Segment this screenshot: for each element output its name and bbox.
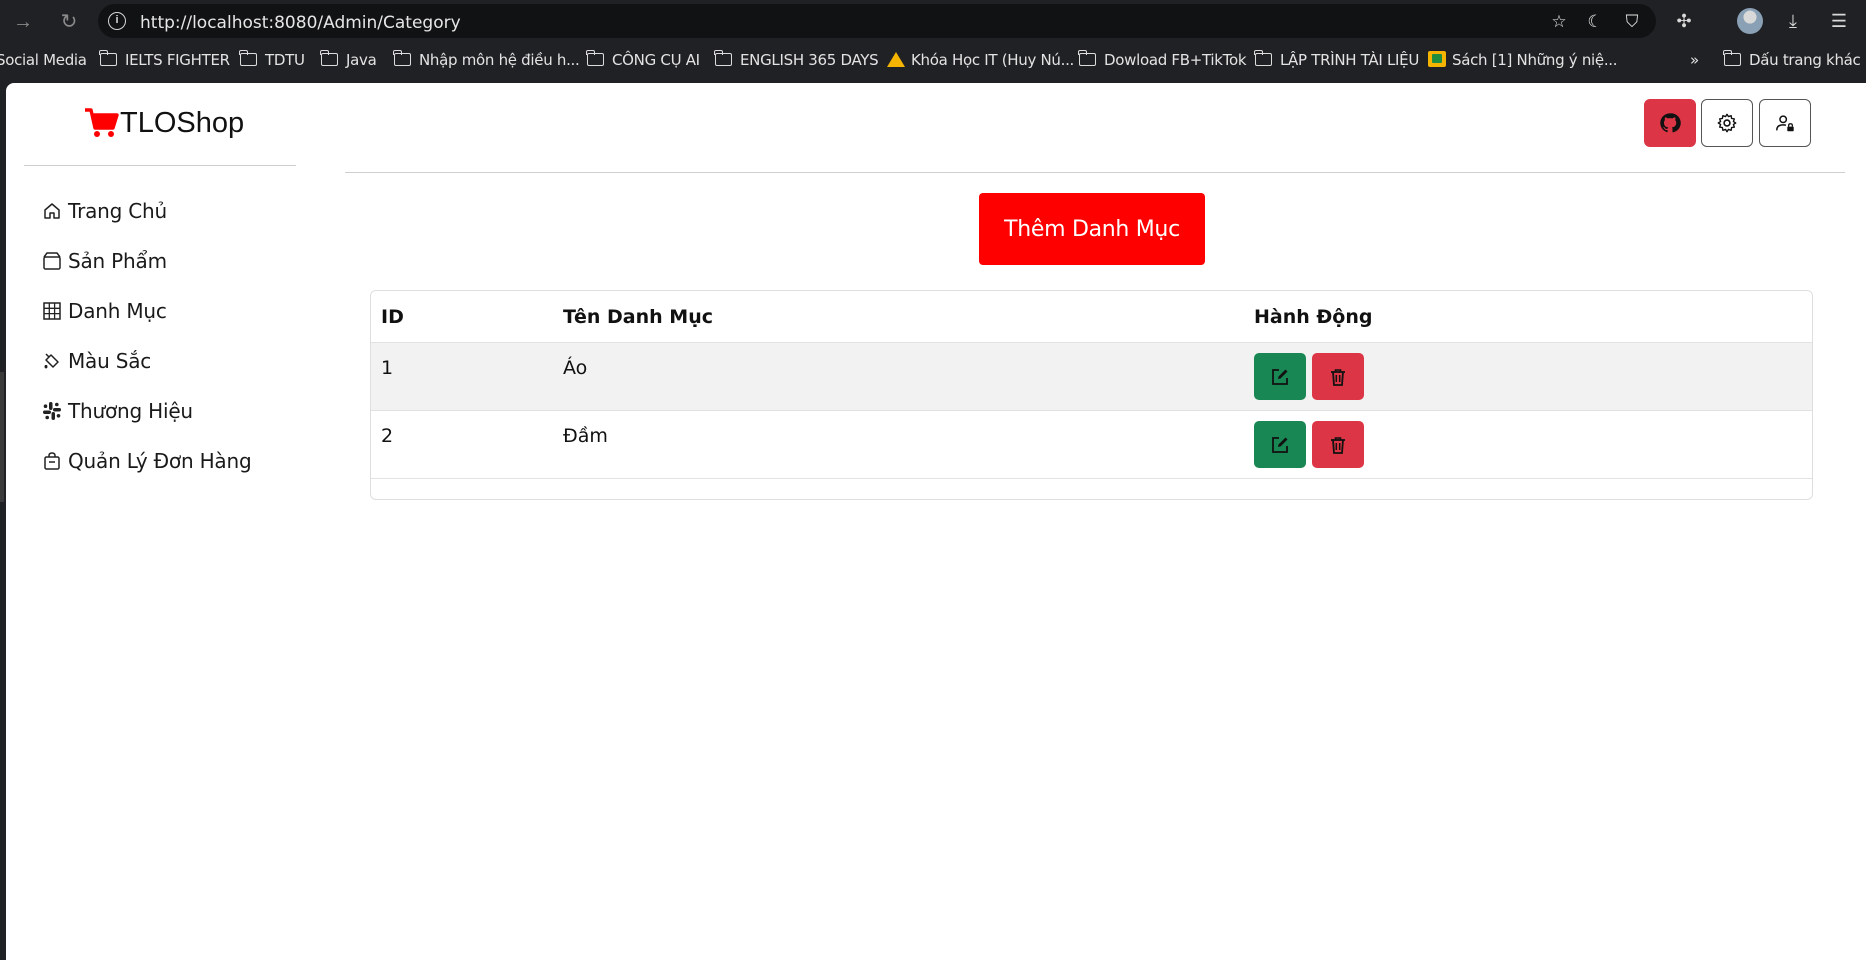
extensions-icon[interactable]: ✣: [1671, 9, 1697, 33]
other-bookmarks[interactable]: Dấu trang khác: [1723, 50, 1861, 71]
box-icon: [43, 252, 61, 270]
forward-icon[interactable]: →: [10, 9, 36, 35]
reload-icon[interactable]: ↻: [56, 9, 82, 35]
sidebar-item-label: Quản Lý Đơn Hàng: [68, 449, 252, 473]
download-icon[interactable]: ⤓: [1780, 9, 1806, 33]
table-row: 2 Đầm: [371, 411, 1812, 479]
url-text[interactable]: http://localhost:8080/Admin/Category: [140, 13, 461, 33]
house-icon: [44, 203, 60, 219]
browser-toolbar: → ↻ i http://localhost:8080/Admin/Catego…: [0, 0, 1866, 42]
folder-icon: [714, 50, 732, 66]
user-lock-icon: [1776, 115, 1794, 132]
bookmark-item[interactable]: Social Media: [0, 51, 87, 71]
gear-icon: [1717, 113, 1737, 133]
bookmark-item[interactable]: Java: [320, 50, 377, 71]
bookmark-item[interactable]: IELTS FIGHTER: [99, 50, 230, 71]
brand-logo[interactable]: TLOShop: [84, 103, 244, 143]
folder-icon: [1078, 50, 1096, 66]
settings-button[interactable]: [1701, 99, 1753, 147]
github-icon: [1660, 113, 1681, 133]
header-divider: [345, 172, 1845, 173]
github-button[interactable]: [1644, 99, 1696, 147]
delete-button[interactable]: [1312, 421, 1364, 468]
folder-icon: [1254, 50, 1272, 66]
profile-avatar[interactable]: [1737, 8, 1763, 34]
sidebar-item-label: Thương Hiệu: [68, 399, 193, 423]
folder-icon: [393, 50, 411, 66]
category-table: ID Tên Danh Mục Hành Động 1 Áo 2 Đầm: [370, 290, 1813, 500]
sidebar-item-categories[interactable]: Danh Mục: [42, 296, 167, 326]
bag-icon: [44, 452, 60, 470]
cart-icon: [85, 108, 119, 137]
cell-id: 1: [381, 357, 394, 379]
cell-name: Đầm: [563, 425, 608, 447]
trash-icon: [1331, 436, 1345, 454]
table-header-row: ID Tên Danh Mục Hành Động: [371, 291, 1812, 343]
table-row: 1 Áo: [371, 343, 1812, 411]
slack-icon: [43, 402, 61, 420]
sidebar-item-label: Trang Chủ: [68, 199, 168, 223]
delete-button[interactable]: [1312, 353, 1364, 400]
shield-icon[interactable]: ⛉: [1621, 11, 1643, 33]
column-header-actions: Hành Động: [1254, 306, 1373, 328]
drive-icon: [887, 52, 905, 67]
bookmarks-bar: Social Media IELTS FIGHTER TDTU Java Nhậ…: [0, 42, 1866, 78]
column-header-name: Tên Danh Mục: [563, 306, 713, 328]
bookmark-item[interactable]: Khóa Học IT (Huy Nú...: [887, 51, 1074, 71]
grid-icon: [43, 302, 61, 320]
folder-icon: [99, 50, 117, 66]
paint-bucket-icon: [44, 353, 59, 369]
cell-id: 2: [381, 425, 394, 447]
edit-icon: [1272, 368, 1288, 385]
column-header-id: ID: [381, 306, 404, 328]
bookmark-item[interactable]: Dowload FB+TikTok: [1078, 50, 1247, 71]
bookmark-item[interactable]: Sách [1] Những ý niệ...: [1428, 51, 1618, 71]
bookmarks-overflow-icon[interactable]: »: [1690, 51, 1699, 71]
bookmark-item[interactable]: Nhập môn hệ điều h...: [393, 50, 580, 71]
sidebar-item-brands[interactable]: Thương Hiệu: [42, 396, 193, 426]
page-viewport: TLOShop Trang Chủ Sản Phẩm Danh Mục Màu …: [6, 83, 1866, 960]
sidebar-item-label: Sản Phẩm: [68, 249, 167, 273]
folder-icon: [586, 50, 604, 66]
sidebar-item-label: Màu Sắc: [68, 349, 152, 373]
trash-icon: [1331, 368, 1345, 386]
side-panel-edge: [0, 372, 4, 502]
sidebar-item-label: Danh Mục: [68, 299, 167, 323]
dark-mode-icon[interactable]: ☾: [1584, 11, 1606, 33]
site-info-icon[interactable]: i: [108, 12, 126, 30]
sidebar-item-products[interactable]: Sản Phẩm: [42, 246, 167, 276]
brand-name: TLOShop: [120, 106, 245, 139]
edit-button[interactable]: [1254, 353, 1306, 400]
menu-icon[interactable]: ☰: [1826, 9, 1852, 33]
bookmark-star-icon[interactable]: ☆: [1548, 11, 1570, 33]
sidebar-item-colors[interactable]: Màu Sắc: [42, 346, 151, 376]
sidebar-item-orders[interactable]: Quản Lý Đơn Hàng: [42, 446, 252, 476]
add-category-button[interactable]: Thêm Danh Mục: [979, 193, 1205, 265]
cell-name: Áo: [563, 357, 588, 379]
sidebar-divider: [24, 165, 296, 166]
account-button[interactable]: [1759, 99, 1811, 147]
folder-icon: [320, 50, 338, 66]
edit-icon: [1272, 436, 1288, 453]
classroom-icon: [1428, 51, 1446, 67]
folder-icon: [239, 50, 257, 66]
folder-icon: [1723, 50, 1741, 66]
sidebar-item-home[interactable]: Trang Chủ: [42, 196, 167, 226]
bookmark-item[interactable]: CÔNG CỤ AI: [586, 50, 700, 71]
bookmark-item[interactable]: ENGLISH 365 DAYS: [714, 50, 879, 71]
edit-button[interactable]: [1254, 421, 1306, 468]
address-bar[interactable]: i http://localhost:8080/Admin/Category ☆…: [98, 4, 1656, 38]
bookmark-item[interactable]: LẬP TRÌNH TÀI LIỆU: [1254, 50, 1419, 71]
bookmark-item[interactable]: TDTU: [239, 50, 305, 71]
